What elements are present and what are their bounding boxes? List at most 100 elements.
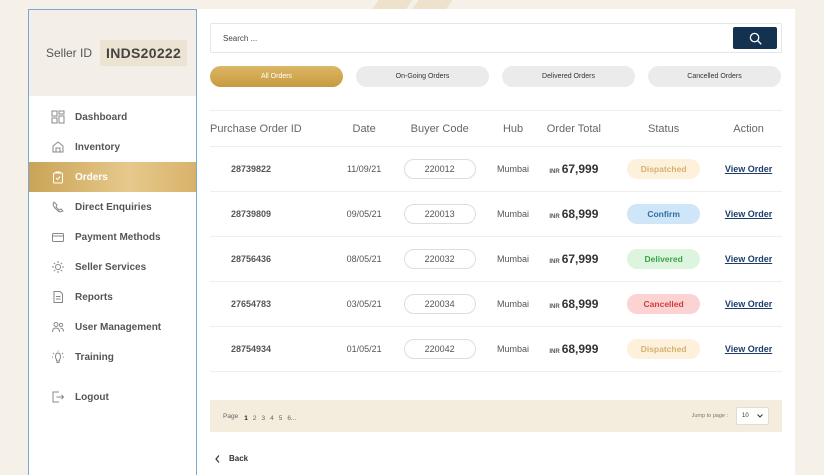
jump-to-page-select[interactable]: 10 bbox=[736, 407, 769, 425]
orders-icon bbox=[53, 171, 63, 184]
sidebar-item-user-management[interactable]: User Management bbox=[29, 312, 196, 342]
currency-label: INR bbox=[549, 214, 560, 220]
status-badge: Delivered bbox=[627, 249, 701, 269]
sidebar-item-logout[interactable]: Logout bbox=[29, 382, 196, 412]
sidebar-item-inventory[interactable]: Inventory bbox=[29, 132, 196, 162]
page-number[interactable]: 3 bbox=[261, 415, 265, 422]
sidebar-item-dashboard[interactable]: Dashboard bbox=[29, 102, 196, 132]
seller-id-value: INDS20222 bbox=[100, 40, 188, 66]
page-number[interactable]: 2 bbox=[253, 415, 257, 422]
jump-to-page-label: Jump to page : bbox=[691, 413, 728, 419]
tab-on-going-orders[interactable]: On-Going Orders bbox=[356, 66, 489, 87]
page-number[interactable]: 5 bbox=[279, 415, 283, 422]
view-order-link[interactable]: View Order bbox=[725, 299, 772, 309]
status-badge: Confirm bbox=[627, 204, 701, 224]
search-input[interactable] bbox=[211, 33, 733, 43]
order-total: 68,999 bbox=[561, 297, 599, 311]
sidebar-item-label: Orders bbox=[75, 171, 108, 183]
sidebar-item-label: User Management bbox=[75, 321, 162, 333]
order-date: 01/05/21 bbox=[339, 326, 389, 372]
column-header: Buyer Code bbox=[388, 110, 491, 147]
chevron-left-icon bbox=[215, 454, 220, 463]
status-badge: Dispatched bbox=[627, 339, 701, 359]
sidebar-item-payment-methods[interactable]: Payment Methods bbox=[29, 222, 196, 252]
chevron-down-icon bbox=[757, 414, 763, 418]
table-row: 28756436 08/05/21 220032 Mumbai INR 67,999 Del… bbox=[210, 236, 782, 282]
sidebar-item-seller-services[interactable]: Seller Services bbox=[29, 252, 196, 282]
table-row: 28739809 09/05/21 220013 Mumbai INR 68,999 Con… bbox=[210, 191, 782, 237]
sidebar-item-direct-enquiries[interactable]: Direct Enquiries bbox=[29, 192, 196, 222]
page-number[interactable]: 6... bbox=[287, 415, 296, 422]
view-order-link[interactable]: View Order bbox=[725, 164, 772, 174]
seller-id-label: Seller ID bbox=[46, 46, 93, 60]
status-badge: Cancelled bbox=[627, 294, 701, 314]
order-date: 11/09/21 bbox=[339, 146, 389, 192]
currency-label: INR bbox=[549, 169, 560, 175]
tab-cancelled-orders[interactable]: Cancelled Orders bbox=[648, 66, 781, 87]
order-date: 09/05/21 bbox=[339, 191, 389, 237]
users-icon bbox=[52, 322, 64, 333]
sidebar-item-orders[interactable]: Orders bbox=[29, 162, 196, 192]
sidebar-item-label: Training bbox=[75, 351, 114, 363]
search-bar bbox=[210, 23, 782, 53]
inventory-icon bbox=[52, 141, 64, 153]
currency-label: INR bbox=[549, 259, 560, 265]
table-row: 27654783 03/05/21 220034 Mumbai INR 68,999 Can… bbox=[210, 281, 782, 327]
sidebar-item-label: Payment Methods bbox=[75, 231, 161, 243]
buyer-code: 220042 bbox=[403, 339, 476, 359]
hub: Mumbai bbox=[490, 281, 536, 327]
main-content: All Orders On-Going Orders Delivered Order… bbox=[197, 9, 795, 475]
search-button[interactable] bbox=[733, 27, 777, 49]
payment-icon bbox=[52, 233, 64, 242]
seller-info: Seller ID INDS20222 bbox=[29, 10, 196, 96]
page-numbers: 1 2 3 4 5 6... bbox=[244, 407, 301, 425]
sidebar-item-label: Logout bbox=[75, 391, 109, 403]
sidebar-item-label: Seller Services bbox=[75, 261, 147, 273]
view-order-link[interactable]: View Order bbox=[725, 254, 772, 264]
back-label: Back bbox=[229, 454, 249, 463]
buyer-code: 220013 bbox=[403, 204, 476, 224]
currency-label: INR bbox=[549, 304, 560, 310]
sidebar-item-training[interactable]: Training bbox=[29, 342, 196, 372]
column-header: Order Total bbox=[535, 110, 613, 147]
hub: Mumbai bbox=[490, 191, 536, 237]
logout-icon bbox=[52, 391, 65, 403]
sidebar-item-label: Reports bbox=[75, 291, 113, 303]
purchase-order-id: 28739822 bbox=[210, 146, 340, 192]
view-order-link[interactable]: View Order bbox=[725, 344, 772, 354]
order-total: 68,999 bbox=[561, 207, 599, 221]
table-row: 28754934 01/05/21 220042 Mumbai INR 68,999 Dis… bbox=[210, 326, 782, 372]
jump-to-page-value: 10 bbox=[742, 413, 749, 419]
enquiries-icon bbox=[52, 201, 64, 213]
column-header: Date bbox=[339, 110, 389, 147]
column-header: Action bbox=[715, 110, 782, 147]
sidebar-item-label: Direct Enquiries bbox=[75, 201, 152, 213]
sidebar-item-label: Inventory bbox=[75, 141, 121, 153]
hub: Mumbai bbox=[490, 146, 536, 192]
tab-all-orders[interactable]: All Orders bbox=[210, 66, 343, 87]
status-badge: Dispatched bbox=[627, 159, 701, 179]
order-tabs: All Orders On-Going Orders Delivered Order… bbox=[210, 66, 781, 87]
purchase-order-id: 28739809 bbox=[210, 191, 340, 237]
table-row: 28739822 11/09/21 220012 Mumbai INR 67,999 Dis… bbox=[210, 146, 782, 192]
order-total: 67,999 bbox=[561, 162, 599, 176]
order-date: 03/05/21 bbox=[339, 281, 389, 327]
buyer-code: 220034 bbox=[403, 294, 476, 314]
view-order-link[interactable]: View Order bbox=[725, 209, 772, 219]
training-icon bbox=[52, 350, 64, 363]
page-label: Page bbox=[223, 412, 239, 420]
purchase-order-id: 28756436 bbox=[210, 236, 340, 282]
page-number[interactable]: 1 bbox=[244, 415, 248, 422]
column-header: Purchase Order ID bbox=[210, 110, 340, 147]
buyer-code: 220012 bbox=[403, 159, 476, 179]
table-header-row: Purchase Order ID Date Buyer Code Hub Order … bbox=[210, 110, 782, 147]
sidebar-item-reports[interactable]: Reports bbox=[29, 282, 196, 312]
page-number[interactable]: 4 bbox=[270, 415, 274, 422]
sidebar: Seller ID INDS20222 Dashboard Inventory Or… bbox=[28, 9, 197, 475]
order-total: 68,999 bbox=[561, 342, 599, 356]
hub: Mumbai bbox=[490, 326, 536, 372]
tab-delivered-orders[interactable]: Delivered Orders bbox=[502, 66, 635, 87]
back-button[interactable]: Back bbox=[215, 454, 248, 463]
reports-icon bbox=[53, 291, 63, 303]
dashboard-icon bbox=[51, 110, 65, 124]
